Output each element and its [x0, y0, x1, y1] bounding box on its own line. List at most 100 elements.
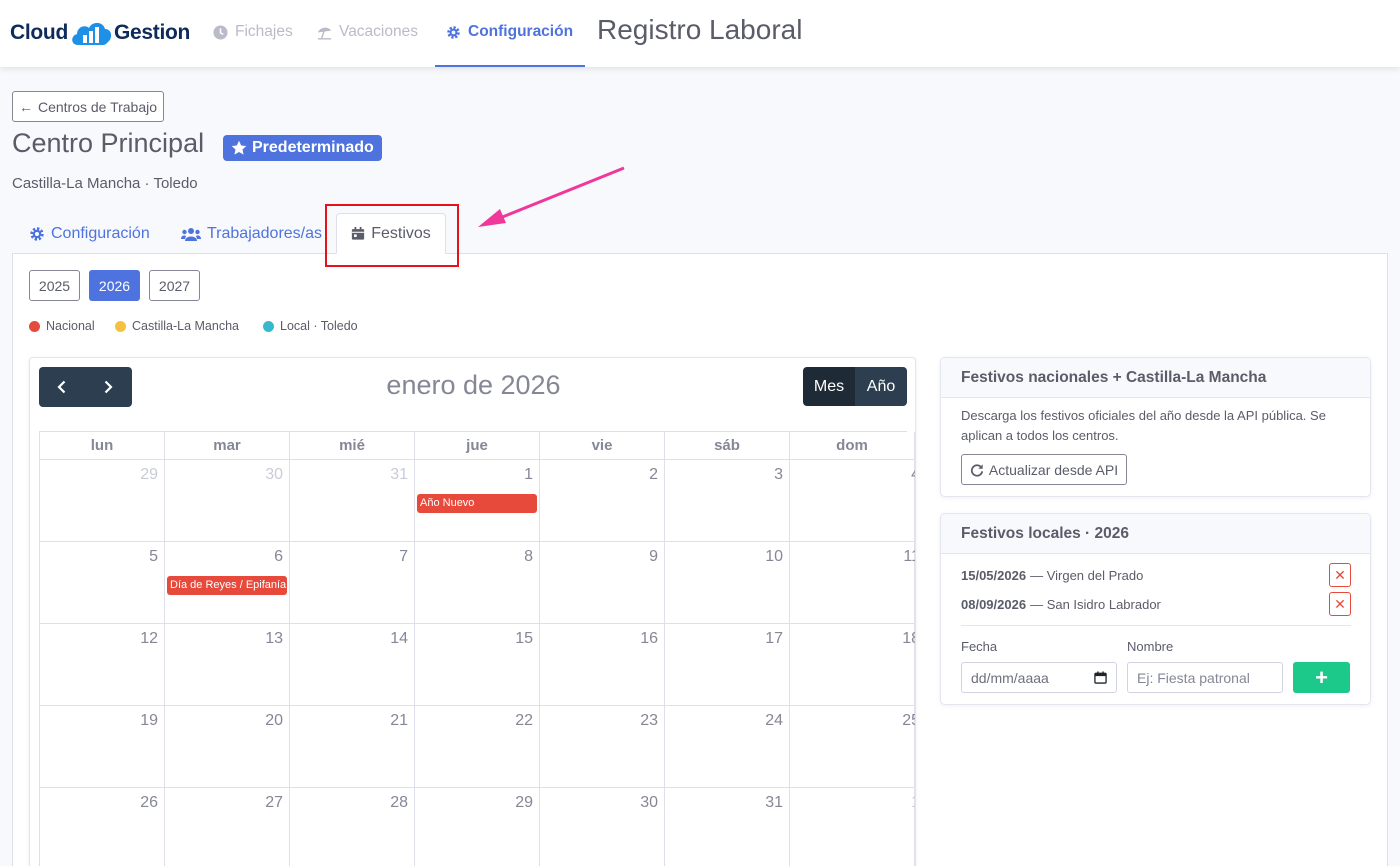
legend-local-label: Local · Toledo — [280, 319, 358, 333]
gear-icon — [447, 25, 460, 39]
calendar-day-cell[interactable]: 2 — [540, 460, 665, 542]
calendar-day-cell[interactable]: 9 — [540, 542, 665, 624]
nav-configuracion[interactable]: Configuración — [446, 20, 573, 44]
calendar-day-cell[interactable]: 26 — [40, 788, 165, 866]
calendar-grid: lun mar mié jue vie sáb dom 29 30 31 1 Año Nuevo 2 3… — [39, 431, 915, 866]
chevron-right-icon — [104, 380, 113, 394]
day-number: 24 — [765, 712, 783, 729]
day-number: 1 — [911, 794, 915, 812]
date-input[interactable]: dd/mm/aaaa — [961, 662, 1117, 693]
national-holidays-card: Festivos nacionales + Castilla-La Mancha… — [940, 357, 1371, 497]
calendar-day-cell[interactable]: 6 Día de Reyes / Epifanía del Señor — [165, 542, 290, 624]
cloud-chart-icon — [69, 18, 113, 48]
calendar-day-cell[interactable]: 30 — [165, 460, 290, 542]
calendar-day-cell[interactable]: 3 — [665, 460, 790, 542]
calendar-day-cell[interactable]: 23 — [540, 706, 665, 788]
calendar-card: enero de 2026 Mes Año lun mar mié jue vie sáb… — [29, 357, 916, 866]
calendar-day-cell[interactable]: 5 — [40, 542, 165, 624]
calendar-day-cell[interactable]: 29 — [415, 788, 540, 866]
nav-fichajes[interactable]: Fichajes — [213, 20, 293, 44]
pointer-arrow-annotation — [478, 166, 625, 227]
day-number: 23 — [640, 712, 658, 729]
holiday-event[interactable]: Año Nuevo — [417, 494, 537, 513]
calendar-day-cell[interactable]: 8 — [415, 542, 540, 624]
add-holiday-button[interactable]: + — [1293, 662, 1350, 693]
calendar-day-cell[interactable]: 21 — [290, 706, 415, 788]
top-navbar: Cloud Gestion Fichajes Vacaciones Config… — [0, 0, 1400, 67]
calendar-day-cell[interactable]: 1 Año Nuevo — [415, 460, 540, 542]
calendar-day-cell[interactable]: 29 — [40, 460, 165, 542]
page-heading: Registro Laboral — [597, 14, 803, 45]
day-number: 28 — [390, 794, 408, 811]
calendar-day-cell[interactable]: 30 — [540, 788, 665, 866]
date-input-value: dd/mm/aaaa — [971, 669, 1049, 686]
calendar-day-cell[interactable]: 17 — [665, 624, 790, 706]
calendar-day-cell[interactable]: 25 — [790, 706, 915, 788]
calendar-day-cell[interactable]: 31 — [665, 788, 790, 866]
brand-part2: Gestion — [113, 21, 191, 44]
day-number: 30 — [640, 794, 658, 811]
year-button-2027[interactable]: 2027 — [149, 270, 200, 301]
year-button-2025[interactable]: 2025 — [29, 270, 80, 301]
calendar-day-cell[interactable]: 16 — [540, 624, 665, 706]
holiday-event[interactable]: Día de Reyes / Epifanía del Señor — [167, 576, 287, 595]
year-button-2026[interactable]: 2026 — [89, 270, 140, 301]
holiday-name-input[interactable]: Ej: Fiesta patronal — [1127, 662, 1283, 693]
holiday-name-placeholder: Ej: Fiesta patronal — [1137, 669, 1250, 686]
day-number: 31 — [390, 466, 408, 483]
calendar-day-cell[interactable]: 19 — [40, 706, 165, 788]
legend-nacional-label: Nacional — [46, 319, 95, 333]
calendar-day-cell[interactable]: 10 — [665, 542, 790, 624]
calendar-day-cell[interactable]: 22 — [415, 706, 540, 788]
day-number: 13 — [265, 630, 283, 647]
day-number: 9 — [649, 548, 658, 565]
day-number: 19 — [140, 712, 158, 729]
tab-trabajadores-label: Trabajadores/as — [207, 224, 323, 242]
back-to-centers-button[interactable]: ← Centros de Trabajo — [12, 91, 164, 122]
calendar-day-cell[interactable]: 24 — [665, 706, 790, 788]
calendar-day-cell[interactable]: 28 — [290, 788, 415, 866]
calendar-days: 2930311Año Nuevo23456Día de Reyes / Epif… — [39, 460, 915, 866]
local-holiday-date: 15/05/2026 — [961, 567, 1027, 583]
calendar-day-cell[interactable]: 13 — [165, 624, 290, 706]
nav-vacaciones[interactable]: Vacaciones — [317, 20, 418, 44]
nav-configuracion-label: Configuración — [468, 23, 574, 40]
day-number: 5 — [149, 548, 158, 565]
calendar-day-cell[interactable]: 15 — [415, 624, 540, 706]
delete-holiday-button[interactable]: ✕ — [1329, 563, 1351, 587]
calendar-day-cell[interactable]: 27 — [165, 788, 290, 866]
day-number: 15 — [515, 630, 533, 647]
view-year-button[interactable]: Año — [855, 367, 907, 406]
legend-castilla-label: Castilla-La Mancha — [132, 319, 239, 333]
local-holiday-name: — San Isidro Labrador — [1030, 596, 1161, 612]
arrow-left-icon: ← — [18, 98, 33, 115]
prev-month-button[interactable] — [39, 367, 85, 407]
refresh-icon — [970, 463, 984, 477]
calendar-day-cell[interactable]: 7 — [290, 542, 415, 624]
tab-trabajadores[interactable]: Trabajadores/as — [181, 213, 322, 254]
calendar-icon[interactable] — [1094, 671, 1107, 684]
weekday-header: vie — [540, 432, 665, 460]
day-number: 21 — [390, 712, 408, 729]
delete-holiday-button[interactable]: ✕ — [1329, 592, 1351, 616]
calendar-day-cell[interactable]: 11 — [790, 542, 915, 624]
users-icon — [181, 227, 201, 241]
view-month-button[interactable]: Mes — [803, 367, 855, 406]
next-month-button[interactable] — [85, 367, 131, 407]
day-number: 14 — [390, 630, 408, 647]
day-number: 29 — [140, 466, 158, 483]
calendar-day-cell[interactable]: 14 — [290, 624, 415, 706]
calendar-day-cell[interactable]: 12 — [40, 624, 165, 706]
day-number: 31 — [765, 794, 783, 811]
center-title: Centro Principal — [12, 128, 205, 158]
calendar-day-cell[interactable]: 31 — [290, 460, 415, 542]
calendar-day-cell[interactable]: 18 — [790, 624, 915, 706]
update-from-api-button[interactable]: Actualizar desde API — [961, 454, 1127, 485]
calendar-day-cell[interactable]: 20 — [165, 706, 290, 788]
tab-configuracion-label: Configuración — [51, 224, 150, 242]
brand-logo[interactable]: Cloud Gestion — [10, 18, 190, 48]
tab-configuracion[interactable]: Configuración — [29, 213, 150, 254]
calendar-day-cell[interactable]: 4 — [790, 460, 915, 542]
calendar-day-cell[interactable]: 1 — [790, 788, 915, 866]
day-number: 2 — [649, 466, 658, 483]
